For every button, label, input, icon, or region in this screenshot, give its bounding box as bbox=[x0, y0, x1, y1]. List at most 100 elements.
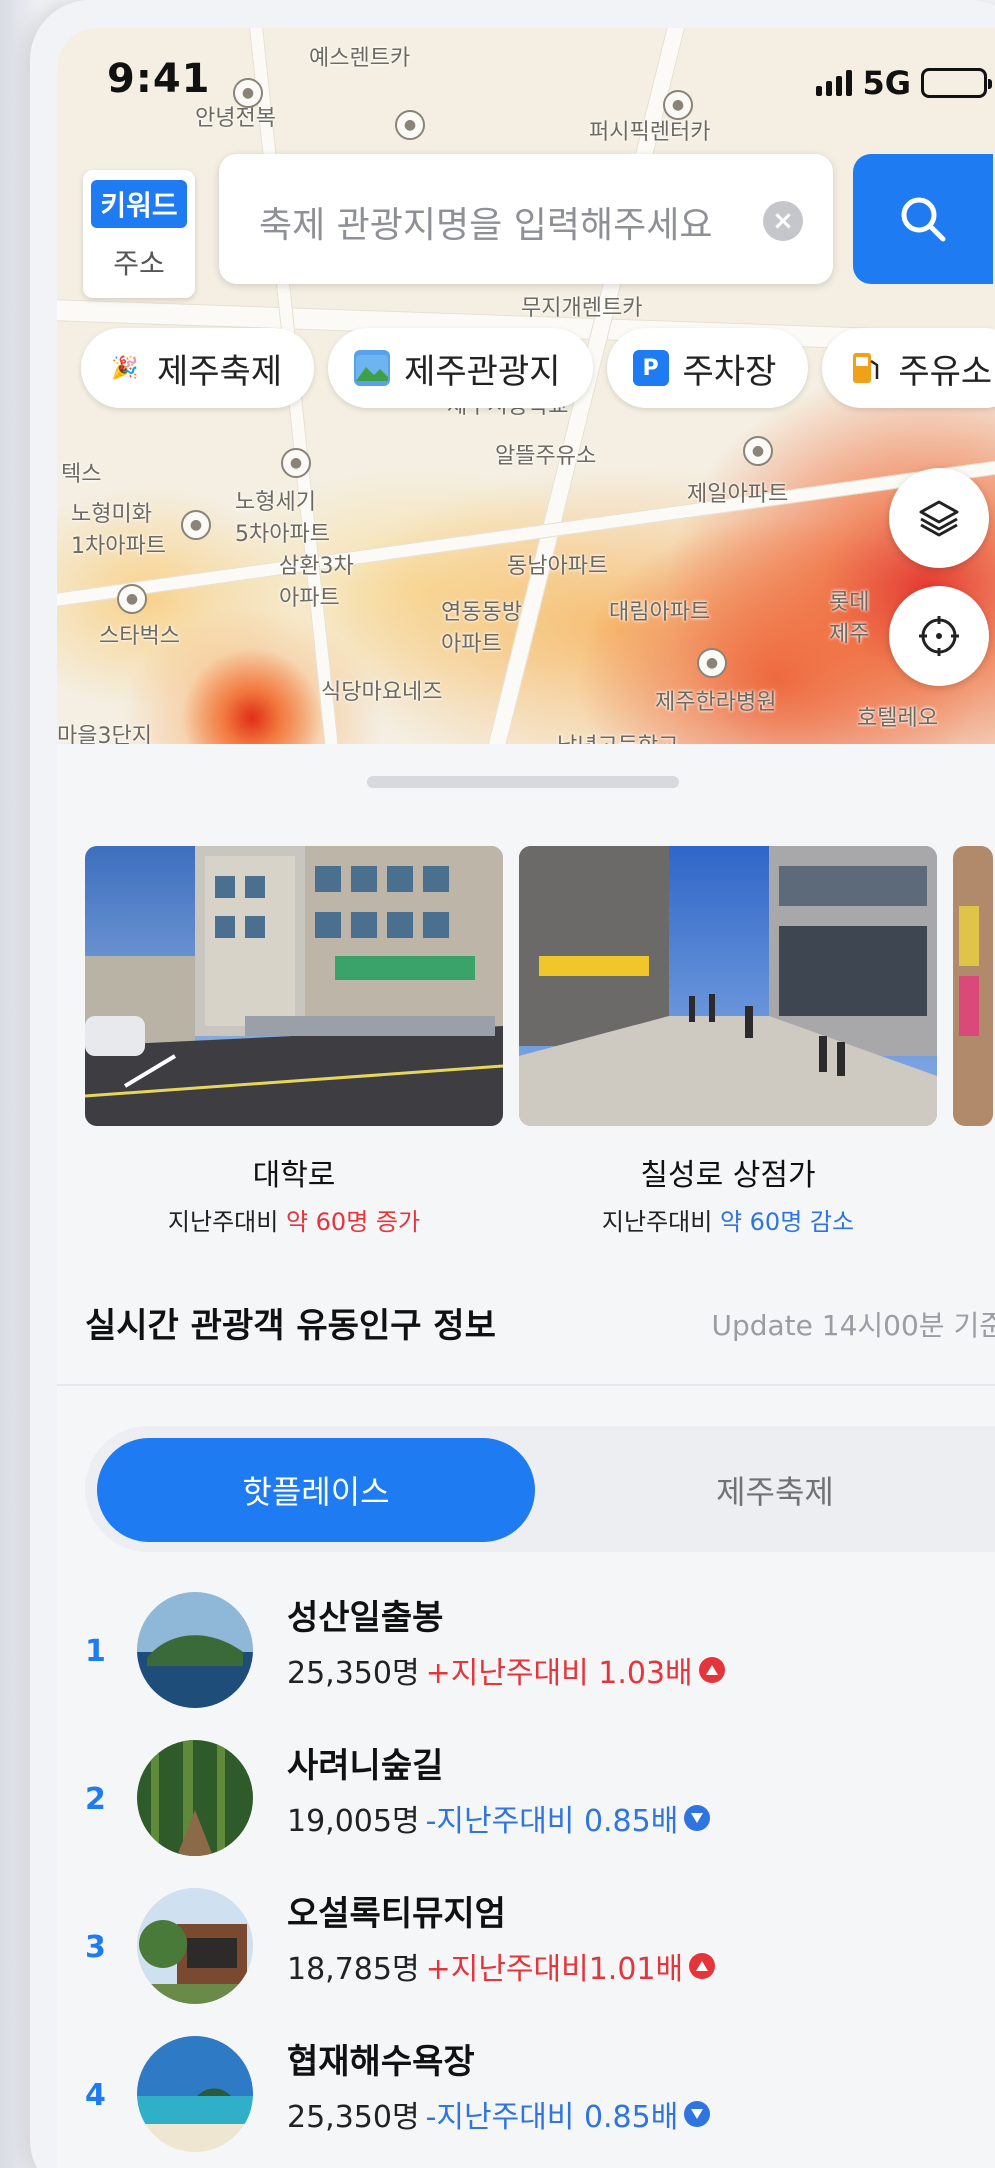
map-label: 대림아파트 bbox=[609, 600, 711, 625]
list-item[interactable]: 1 성산일출봉 25,350명 +지난주대비 1.03배 bbox=[57, 1584, 995, 1732]
poi-marker-icon[interactable]: ● bbox=[743, 436, 773, 466]
my-location-button[interactable] bbox=[889, 586, 989, 686]
poi-marker-icon[interactable]: ● bbox=[181, 510, 211, 540]
tab-festival[interactable]: 제주축제 bbox=[585, 1438, 965, 1542]
change-text: -지난주대비 0.85배 bbox=[425, 2100, 679, 2135]
chip-label: 주유소 bbox=[898, 351, 993, 392]
tab-hotplace[interactable]: 핫플레이스 bbox=[97, 1438, 535, 1542]
change-text: +지난주대비1.01배 bbox=[425, 1952, 684, 1987]
list-item[interactable]: 4 협재해수욕장 25,350명 -지난주대비 0.85배 bbox=[57, 2028, 995, 2168]
diff-value: 약 60명 감소 bbox=[719, 1208, 855, 1236]
place-name: 오설록티뮤지엄 bbox=[287, 1894, 506, 1934]
street-card[interactable]: 칠성로 상점가 지난주대비 약 60명 감소 bbox=[519, 846, 937, 1237]
poi-marker-icon[interactable]: ● bbox=[663, 90, 693, 120]
street-photo bbox=[953, 846, 993, 1126]
ranking-list: 1 성산일출봉 25,350명 +지난주대비 1.03배 2 사려니숲길 19,… bbox=[57, 1584, 995, 2168]
poi-marker-icon[interactable]: ● bbox=[697, 648, 727, 678]
chip-attraction[interactable]: 제주관광지 bbox=[328, 328, 593, 408]
list-item[interactable]: 2 사려니숲길 19,005명 -지난주대비 0.85배 bbox=[57, 1732, 995, 1880]
map-label: 동남아파트 bbox=[507, 554, 609, 579]
place-thumbnail bbox=[137, 1740, 253, 1856]
status-indicators: 5G bbox=[816, 64, 992, 102]
change-text: +지난주대비 1.03배 bbox=[425, 1656, 693, 1691]
map-label: 안녕전복 bbox=[195, 106, 276, 131]
chip-gas-station[interactable]: 주유소 bbox=[822, 328, 995, 408]
street-card[interactable]: 대학로 지난주대비 약 60명 증가 bbox=[85, 846, 503, 1237]
map-label: 노형미화 1차아파트 bbox=[71, 502, 166, 559]
street-photo bbox=[519, 846, 937, 1126]
trend-down-icon bbox=[684, 2101, 711, 2127]
chip-label: 제주관광지 bbox=[404, 351, 561, 392]
chip-label: 주차장 bbox=[682, 351, 777, 392]
map-label: 퍼시픽렌터카 bbox=[589, 120, 711, 145]
diff-prefix: 지난주대비 bbox=[167, 1208, 279, 1236]
layers-icon bbox=[919, 500, 959, 537]
map-label: 스타벅스 bbox=[99, 624, 180, 649]
chip-parking[interactable]: P 주차장 bbox=[606, 328, 809, 408]
fuel-icon bbox=[848, 350, 884, 386]
search-mode-toggle: 키워드 주소 bbox=[83, 170, 195, 298]
map-label: 제일아파트 bbox=[687, 482, 789, 507]
network-type: 5G bbox=[862, 64, 911, 102]
street-name: 대학로 bbox=[252, 1158, 336, 1193]
poi-marker-icon[interactable]: ● bbox=[395, 110, 425, 140]
bottom-sheet: 대학로 지난주대비 약 60명 증가 칠성로 상점가 지난주대비 약 60명 감… bbox=[57, 744, 995, 2168]
trend-down-icon bbox=[684, 1805, 711, 1831]
app-screen: 예스렌트카 안녕전복 퍼시픽렌터카 무지개렌트카 제주시중학교 알뜰주유소 텍스… bbox=[57, 28, 995, 2168]
clear-icon[interactable]: × bbox=[763, 201, 803, 241]
status-bar: 9:41 5G bbox=[57, 28, 995, 102]
place-stat: 25,350명 +지난주대비 1.03배 bbox=[287, 1648, 725, 1692]
map-label: 연동동방 아파트 bbox=[441, 600, 522, 657]
place-stat: 19,005명 -지난주대비 0.85배 bbox=[287, 1796, 711, 1840]
place-thumbnail bbox=[137, 1888, 253, 2004]
party-popper-icon: 🎉 bbox=[111, 355, 139, 381]
battery-icon bbox=[921, 68, 992, 98]
map-label: 식당마요네즈 bbox=[321, 680, 443, 705]
search-button[interactable] bbox=[853, 154, 993, 284]
visitor-count: 18,785명 bbox=[287, 1952, 420, 1987]
visitor-count: 25,350명 bbox=[287, 2100, 420, 2135]
status-time: 9:41 bbox=[107, 56, 211, 102]
section-divider bbox=[57, 1384, 995, 1386]
search-placeholder: 축제 관광지명을 입력해주세요 bbox=[259, 205, 713, 246]
mode-keyword[interactable]: 키워드 bbox=[91, 180, 187, 228]
place-stat: 25,350명 -지난주대비 0.85배 bbox=[287, 2092, 711, 2136]
place-name: 협재해수욕장 bbox=[287, 2042, 475, 2082]
place-name: 성산일출봉 bbox=[287, 1598, 444, 1638]
poi-marker-icon[interactable]: ● bbox=[117, 584, 147, 614]
parking-icon: P bbox=[632, 350, 669, 386]
trend-up-icon bbox=[689, 1953, 716, 1979]
street-card-partial[interactable] bbox=[953, 846, 993, 1237]
visitor-count: 19,005명 bbox=[287, 1804, 420, 1839]
landscape-icon bbox=[354, 350, 391, 386]
map-label: 롯데 제주 bbox=[829, 590, 870, 647]
category-chips: 🎉 제주축제 제주관광지 P 주차장 주유소 bbox=[81, 328, 995, 408]
search-input[interactable]: 축제 관광지명을 입력해주세요 × bbox=[219, 154, 833, 284]
search-icon bbox=[901, 197, 946, 242]
place-thumbnail bbox=[137, 2036, 253, 2152]
layers-button[interactable] bbox=[889, 468, 989, 568]
rank-number: 3 bbox=[85, 1930, 106, 1965]
map-label: 텍스 bbox=[61, 462, 102, 487]
update-time: Update 14시00분 기준 bbox=[711, 1309, 995, 1342]
map-label: 호텔레오 bbox=[857, 706, 938, 731]
map-label: 삼환3차 아파트 bbox=[279, 554, 354, 611]
diff-value: 약 60명 증가 bbox=[285, 1208, 421, 1236]
poi-marker-icon[interactable]: ● bbox=[281, 448, 311, 478]
change-text: -지난주대비 0.85배 bbox=[425, 1804, 679, 1839]
street-name: 칠성로 상점가 bbox=[640, 1158, 816, 1193]
ranking-tabs: 핫플레이스 제주축제 bbox=[85, 1426, 995, 1552]
place-name: 사려니숲길 bbox=[287, 1746, 444, 1786]
mode-address[interactable]: 주소 bbox=[91, 238, 187, 286]
diff-prefix: 지난주대비 bbox=[601, 1208, 713, 1236]
chip-label: 제주축제 bbox=[157, 351, 283, 392]
street-diff: 지난주대비 약 60명 증가 bbox=[85, 1202, 503, 1237]
map-label: 제주한라병원 bbox=[655, 690, 777, 715]
map-label: 알뜰주유소 bbox=[495, 444, 597, 469]
sheet-drag-handle[interactable] bbox=[367, 776, 679, 788]
list-item[interactable]: 3 오설록티뮤지엄 18,785명 +지난주대비1.01배 bbox=[57, 1880, 995, 2028]
street-cards: 대학로 지난주대비 약 60명 증가 칠성로 상점가 지난주대비 약 60명 감… bbox=[85, 846, 993, 1237]
rank-number: 1 bbox=[85, 1634, 106, 1669]
visitor-count: 25,350명 bbox=[287, 1656, 420, 1691]
chip-festival[interactable]: 🎉 제주축제 bbox=[81, 328, 315, 408]
